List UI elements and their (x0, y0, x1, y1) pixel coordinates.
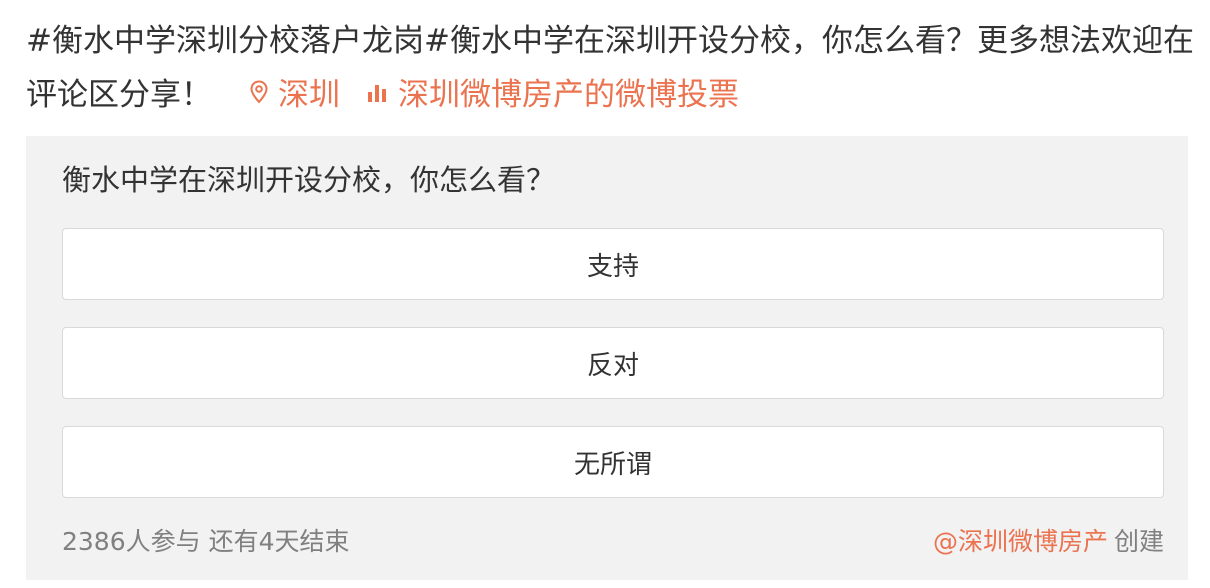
post-body: #衡水中学深圳分校落户龙岗#衡水中学在深圳开设分校，你怎么看？更多想法欢迎在评论… (26, 14, 1196, 124)
poll-option-label: 无所谓 (573, 449, 652, 480)
poll-stats: 2386人参与 还有4天结束 (62, 527, 350, 556)
bar-chart-icon (366, 67, 388, 121)
vote-source-label: 深圳微博房产的微博投票 (398, 77, 739, 113)
location-link[interactable]: 深圳 (250, 77, 340, 113)
poll-option-oppose[interactable]: 反对 (62, 327, 1164, 399)
creator-suffix: 创建 (1113, 527, 1164, 556)
poll-creator: @深圳微博房产 创建 (933, 524, 1164, 560)
poll-option-label: 支持 (586, 251, 639, 282)
poll-footer: 2386人参与 还有4天结束 @深圳微博房产 创建 (62, 524, 1164, 560)
poll-card: 衡水中学在深圳开设分校，你怎么看？ 支持 反对 无所谓 2386人参与 还有4天… (26, 136, 1188, 580)
poll-option-label: 反对 (586, 350, 639, 381)
vote-source-link[interactable]: 深圳微博房产的微博投票 (366, 77, 739, 113)
poll-option-support[interactable]: 支持 (62, 228, 1164, 300)
location-pin-icon (250, 67, 268, 121)
poll-question: 衡水中学在深圳开设分校，你怎么看？ (62, 163, 556, 197)
creator-link[interactable]: @深圳微博房产 (933, 527, 1108, 556)
poll-option-indifferent[interactable]: 无所谓 (62, 426, 1164, 498)
location-label: 深圳 (278, 77, 340, 113)
